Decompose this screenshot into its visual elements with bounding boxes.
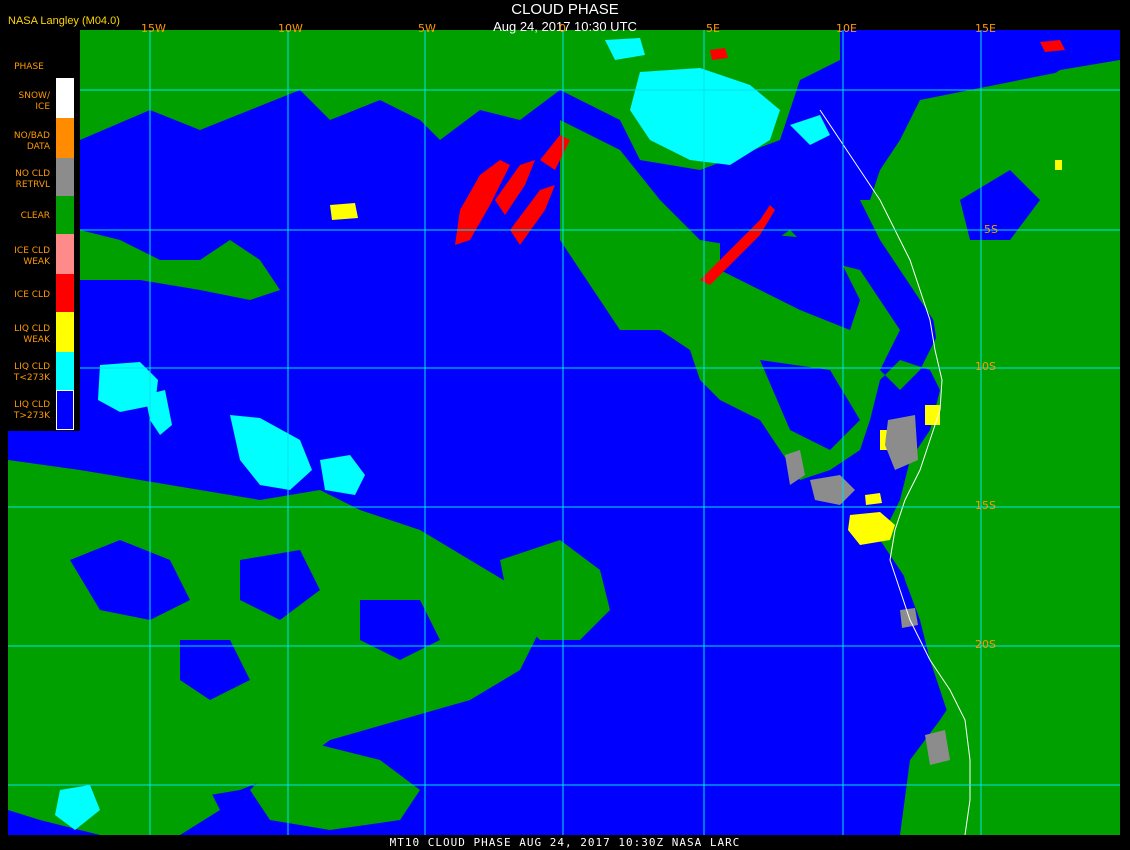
lat-label: 10S <box>975 360 996 373</box>
lon-label: 0 <box>559 22 566 35</box>
lon-label: 5E <box>706 22 720 35</box>
legend-swatch <box>56 158 74 196</box>
lon-label: 15E <box>975 22 996 35</box>
legend-swatch <box>56 352 74 390</box>
lon-label: 15W <box>141 22 166 35</box>
legend-swatch <box>56 78 74 118</box>
page-title: CLOUD PHASE <box>511 1 619 18</box>
lat-label: 20S <box>975 638 996 651</box>
legend-label: NO/BAD DATA <box>13 131 50 152</box>
legend-swatch <box>56 312 74 352</box>
legend-swatch <box>56 196 74 234</box>
legend-label: NO CLD RETRVL <box>15 169 50 190</box>
legend-label: LIQ CLD T<273K <box>13 362 50 383</box>
legend-swatch <box>56 234 74 274</box>
legend-label: SNOW/ ICE <box>18 91 50 112</box>
footer-caption: MT10 CLOUD PHASE AUG 24, 2017 10:30Z NAS… <box>389 836 741 849</box>
lon-label: 10E <box>836 22 857 35</box>
legend-label: ICE CLD WEAK <box>14 246 50 267</box>
legend-title: PHASE <box>14 62 44 72</box>
legend-swatch <box>56 274 74 312</box>
legend-label: LIQ CLD T>273K <box>13 400 50 421</box>
lat-label: 5S <box>984 223 998 236</box>
lon-label: 10W <box>278 22 303 35</box>
lon-label: 5W <box>418 22 436 35</box>
phase-legend: PHASE SNOW/ ICE NO/BAD DATA NO CLD RETRV… <box>0 56 80 431</box>
cloud-phase-map <box>0 0 1130 850</box>
legend-label: CLEAR <box>20 211 50 221</box>
lat-label: 15S <box>975 499 996 512</box>
legend-label: LIQ CLD WEAK <box>14 324 50 345</box>
legend-label: ICE CLD <box>14 290 50 300</box>
legend-swatch <box>56 118 74 158</box>
legend-swatch <box>56 390 74 430</box>
